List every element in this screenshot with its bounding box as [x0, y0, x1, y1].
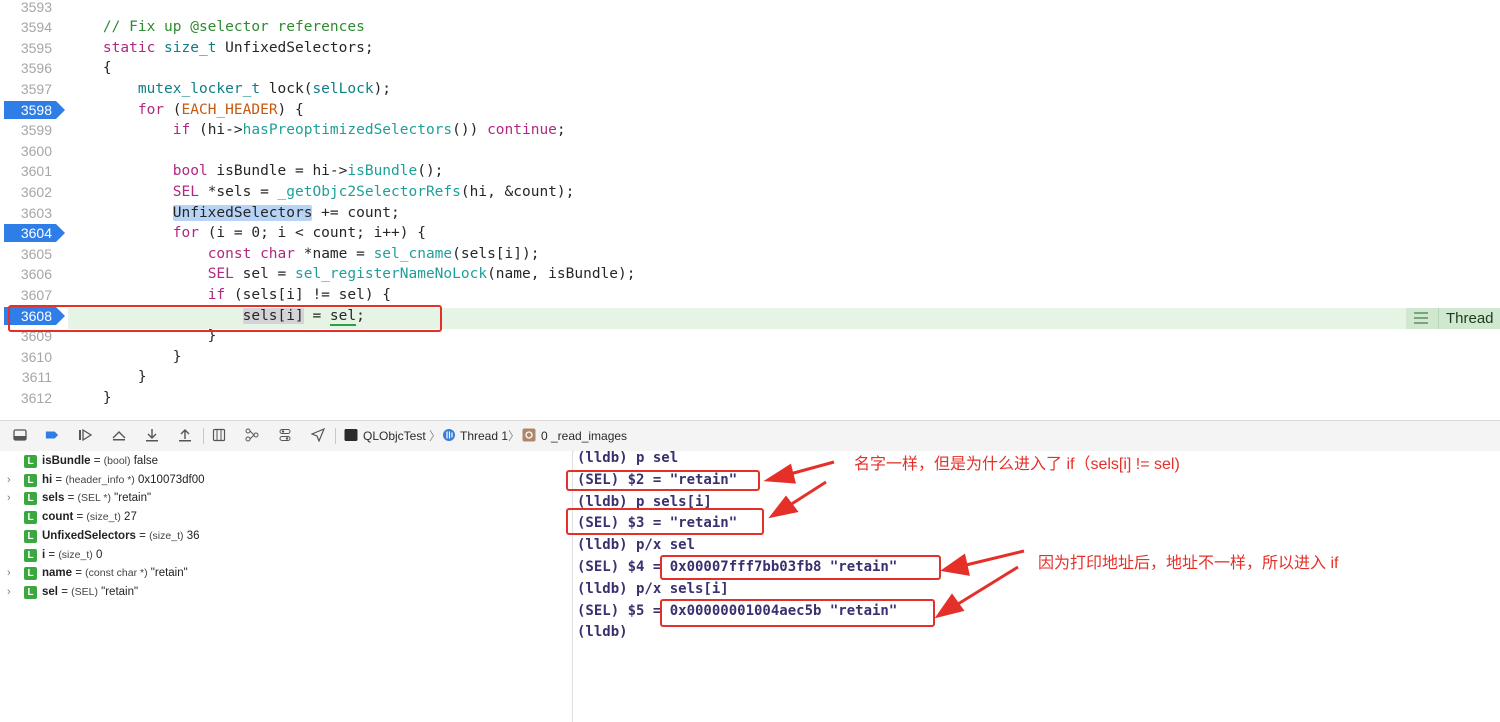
annotation-arrows [763, 460, 1025, 619]
annotation-note-1: 名字一样，但是为什么进入了 if（sels[i] != sel) [854, 456, 1180, 473]
annotation-note-2: 因为打印地址后，地址不一样，所以进入 if [1038, 555, 1339, 572]
